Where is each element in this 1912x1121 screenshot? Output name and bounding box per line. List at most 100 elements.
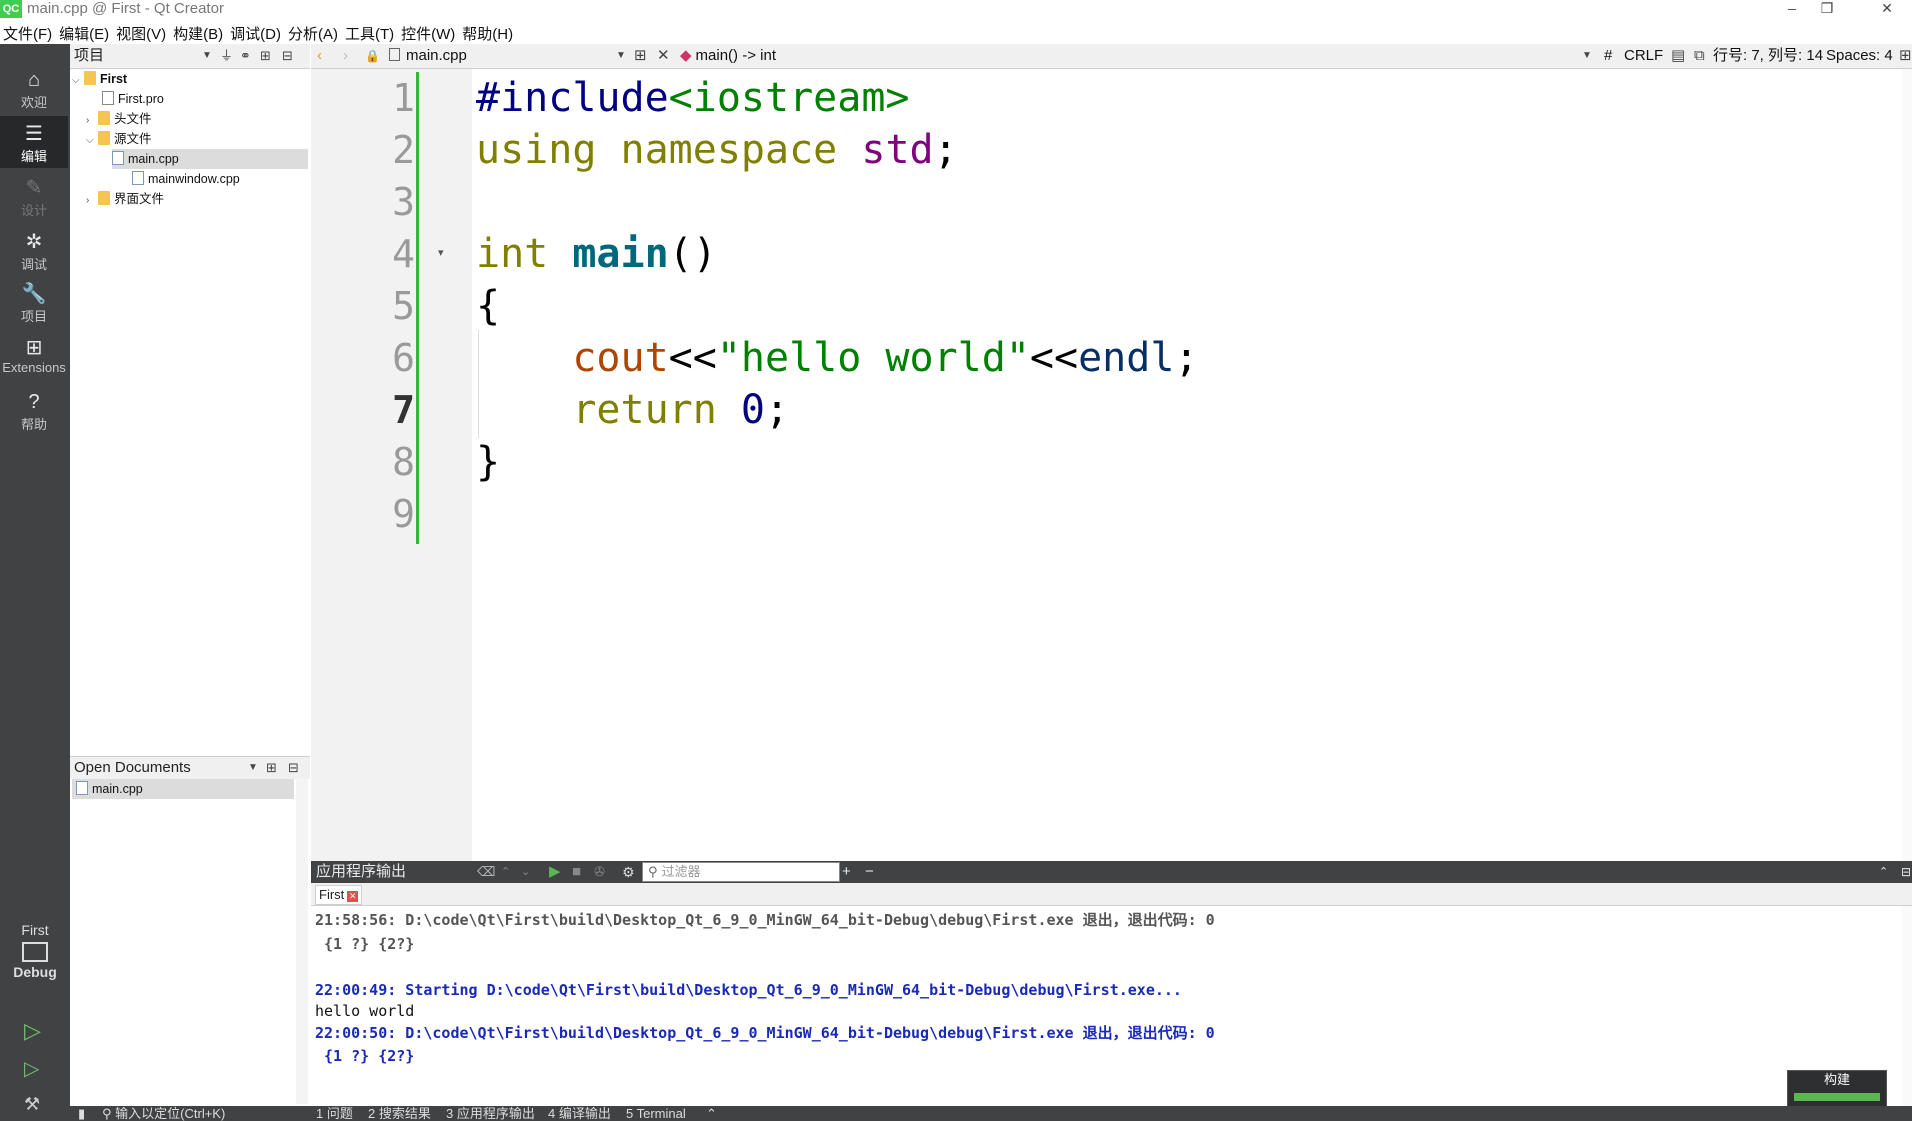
split-icon[interactable]: ⊞ bbox=[266, 757, 277, 779]
tree-item-mainwindow-cpp[interactable]: mainwindow.cpp bbox=[132, 169, 240, 189]
mode-help[interactable]: ? 帮助 bbox=[0, 384, 68, 436]
chevron-right-icon[interactable]: › bbox=[86, 111, 98, 131]
stop-icon[interactable]: ■ bbox=[572, 861, 581, 883]
status-tab-application-output[interactable]: 3 应用程序输出 bbox=[446, 1106, 535, 1121]
open-document-item[interactable]: main.cpp bbox=[72, 779, 294, 799]
open-documents-title[interactable]: Open Documents bbox=[74, 757, 191, 779]
encoding-icon[interactable]: ▤ bbox=[1671, 44, 1685, 68]
line-number: 6 bbox=[392, 336, 415, 380]
chevron-down-icon[interactable]: ⌵ bbox=[86, 131, 98, 151]
menu-widgets[interactable]: 控件(W) bbox=[398, 23, 459, 44]
mode-extensions[interactable]: ⊞ Extensions bbox=[0, 330, 68, 382]
menu-analyze[interactable]: 分析(A) bbox=[285, 23, 342, 44]
line-ending-selector[interactable]: CRLF bbox=[1624, 44, 1663, 68]
tree-item-project-root[interactable]: ⌵ First bbox=[72, 69, 127, 89]
code-line-current[interactable]: return 0; bbox=[476, 384, 789, 436]
tree-item-headers[interactable]: › 头文件 bbox=[86, 109, 152, 129]
chevron-right-icon[interactable]: › bbox=[86, 191, 98, 211]
back-icon[interactable]: ‹ bbox=[317, 44, 322, 68]
status-tab-search-results[interactable]: 2 搜索结果 bbox=[368, 1106, 431, 1121]
indent-setting[interactable]: Spaces: 4 bbox=[1826, 44, 1893, 68]
split-icon[interactable]: ⊞ bbox=[260, 44, 271, 68]
status-tab-terminal[interactable]: 5 Terminal bbox=[626, 1106, 686, 1121]
dropdown-chevron-icon[interactable]: ▼ bbox=[248, 757, 258, 779]
menu-build[interactable]: 构建(B) bbox=[170, 23, 227, 44]
rerun-icon[interactable]: ▶ bbox=[549, 861, 561, 883]
forward-icon[interactable]: › bbox=[343, 44, 348, 68]
tree-item-sources[interactable]: ⌵ 源文件 bbox=[86, 129, 152, 149]
dropdown-chevron-icon[interactable]: ▼ bbox=[1582, 44, 1592, 68]
locator-input[interactable]: ⚲ 输入以定位(Ctrl+K) bbox=[102, 1106, 225, 1121]
output-tab-first[interactable]: First ✕ bbox=[315, 885, 363, 905]
close-panel-icon[interactable]: ⊟ bbox=[1901, 861, 1911, 883]
code-line[interactable]: #include<iostream> bbox=[476, 72, 909, 124]
file-selector[interactable]: main.cpp bbox=[389, 44, 467, 68]
cursor-position[interactable]: 行号: 7, 列号: 14 bbox=[1713, 44, 1823, 68]
copy-icon[interactable]: ⧉ bbox=[1694, 44, 1705, 68]
scrollbar[interactable] bbox=[296, 779, 308, 1104]
code-line[interactable]: cout<<"hello world"<<endl; bbox=[476, 332, 1198, 384]
add-icon[interactable]: + bbox=[842, 861, 851, 883]
code-line[interactable]: { bbox=[476, 280, 500, 332]
previous-icon[interactable]: ⌃ bbox=[501, 861, 510, 883]
chevron-up-icon[interactable]: ⌃ bbox=[706, 1106, 717, 1121]
close-pane-icon[interactable]: ⊟ bbox=[288, 757, 299, 779]
code-line[interactable]: } bbox=[476, 436, 500, 488]
dropdown-chevron-icon[interactable]: ▼ bbox=[616, 44, 626, 68]
split-editor-icon[interactable]: ⊞ bbox=[634, 44, 647, 68]
menu-debug[interactable]: 调试(D) bbox=[227, 23, 285, 44]
mode-label: 编辑 bbox=[20, 149, 47, 164]
fold-arrow-icon[interactable]: ▾ bbox=[438, 246, 444, 259]
attach-debugger-icon[interactable]: ✇ bbox=[594, 861, 605, 883]
menu-file[interactable]: 文件(F) bbox=[0, 23, 56, 44]
menu-edit[interactable]: 编辑(E) bbox=[56, 23, 113, 44]
close-tab-icon[interactable]: ✕ bbox=[347, 891, 359, 902]
next-icon[interactable]: ⌄ bbox=[521, 861, 530, 883]
debug-run-icon[interactable]: ▷ bbox=[24, 1056, 39, 1081]
filter-icon[interactable]: ⏚ bbox=[220, 44, 233, 68]
maximize-panel-icon[interactable]: ⌃ bbox=[1879, 861, 1888, 883]
folding-gutter[interactable] bbox=[418, 69, 472, 861]
kit-selector[interactable]: First Debug bbox=[0, 922, 70, 980]
link-icon[interactable]: ⚭ bbox=[240, 44, 251, 68]
mode-edit[interactable]: ☰ 编辑 bbox=[0, 116, 68, 168]
code-line[interactable]: int main() bbox=[476, 228, 717, 280]
symbol-selector[interactable]: ◆ main() -> int bbox=[680, 44, 776, 68]
hash-indicator[interactable]: # bbox=[1604, 44, 1612, 68]
split-icon[interactable]: ⊞ bbox=[1899, 44, 1912, 68]
run-icon[interactable]: ▷ bbox=[24, 1018, 41, 1044]
build-progress[interactable]: 构建 bbox=[1787, 1070, 1887, 1108]
close-document-icon[interactable]: ✕ bbox=[657, 44, 670, 68]
output-line: 21:58:56: D:\code\Qt\First\build\Desktop… bbox=[315, 911, 1215, 929]
close-button[interactable]: ✕ bbox=[1872, 0, 1902, 18]
code-editor[interactable] bbox=[472, 69, 1902, 861]
output-text-area[interactable] bbox=[311, 906, 1902, 1106]
status-tab-issues[interactable]: 1 问题 bbox=[316, 1106, 353, 1121]
output-filter-input[interactable]: ⚲ 过滤器 bbox=[642, 862, 840, 882]
code-line[interactable]: using namespace std; bbox=[476, 124, 958, 176]
mode-design[interactable]: ✎ 设计 bbox=[0, 170, 68, 222]
tree-item-forms[interactable]: › 界面文件 bbox=[86, 189, 164, 209]
restore-button[interactable]: ❐ bbox=[1812, 0, 1842, 18]
menu-help[interactable]: 帮助(H) bbox=[459, 23, 517, 44]
settings-gear-icon[interactable]: ⚙ bbox=[622, 861, 635, 883]
minimize-button[interactable]: – bbox=[1777, 0, 1807, 18]
mode-projects[interactable]: 🔧 项目 bbox=[0, 276, 68, 328]
editor-scrollbar[interactable] bbox=[1902, 69, 1912, 861]
clear-icon[interactable]: ⌫ bbox=[477, 861, 495, 883]
tree-item-main-cpp[interactable]: main.cpp bbox=[112, 149, 308, 169]
menu-tools[interactable]: 工具(T) bbox=[342, 23, 398, 44]
menu-view[interactable]: 视图(V) bbox=[113, 23, 170, 44]
output-scrollbar[interactable] bbox=[1902, 906, 1912, 1106]
remove-icon[interactable]: − bbox=[865, 861, 874, 883]
chevron-down-icon[interactable]: ⌵ bbox=[72, 71, 84, 91]
build-hammer-icon[interactable]: ⚒ bbox=[24, 1094, 40, 1115]
projects-view-selector[interactable]: 项目 bbox=[74, 44, 104, 68]
toggle-sidebar-icon[interactable]: ▮ bbox=[78, 1106, 85, 1121]
close-pane-icon[interactable]: ⊟ bbox=[282, 44, 293, 68]
tree-item-pro-file[interactable]: First.pro bbox=[102, 89, 164, 109]
mode-debug[interactable]: ✲ 调试 bbox=[0, 224, 68, 276]
status-tab-compile-output[interactable]: 4 编译输出 bbox=[548, 1106, 611, 1121]
dropdown-chevron-icon[interactable]: ▼ bbox=[202, 44, 212, 68]
mode-welcome[interactable]: ⌂ 欢迎 bbox=[0, 62, 68, 114]
